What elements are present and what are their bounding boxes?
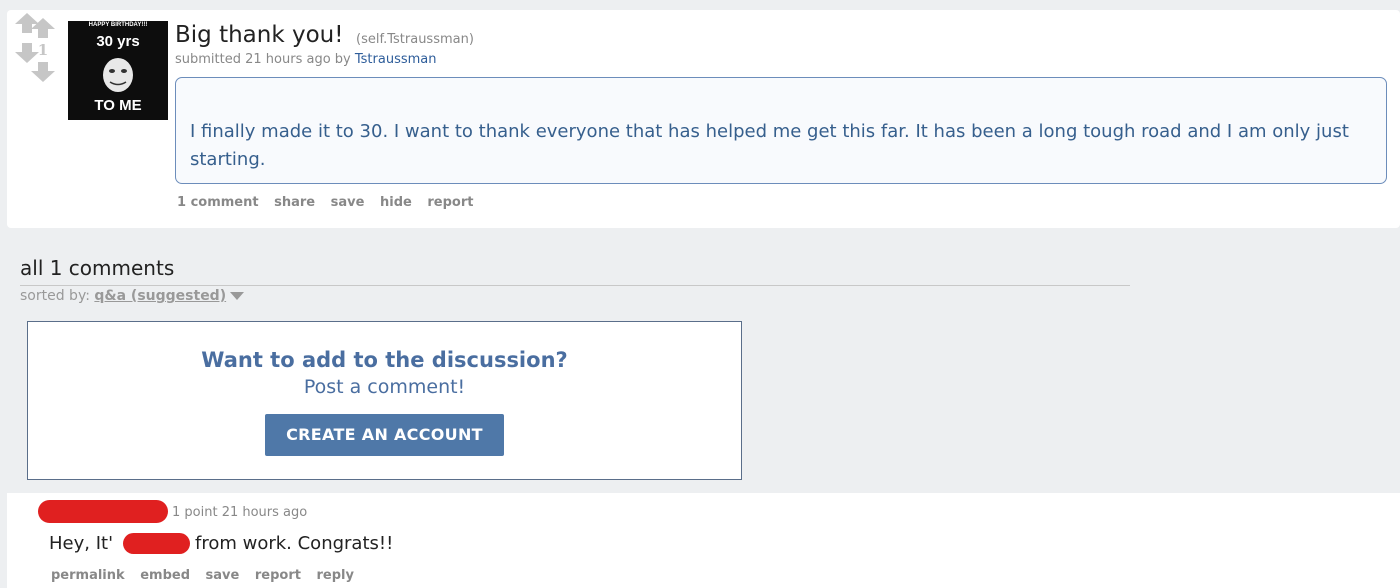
post-selftext: I finally made it to 30. I want to thank… (175, 77, 1387, 184)
forever-alone-face-icon (103, 58, 133, 92)
sort-dropdown[interactable]: q&a (suggested) (94, 288, 226, 304)
thumbnail-caption-age: 30 yrs (96, 33, 140, 50)
sort-label: sorted by: (20, 288, 95, 304)
post-tagline: submitted 21 hours ago by Tstraussman (175, 52, 436, 67)
chevron-down-icon[interactable] (230, 292, 245, 300)
hide-button[interactable]: hide (380, 195, 412, 210)
comments-link[interactable]: 1 comment (177, 195, 259, 210)
thumbnail-caption-top: HAPPY BIRTHDAY!!! (88, 22, 148, 28)
comments-heading: all 1 comments (20, 256, 175, 280)
cta-title: Want to add to the discussion? (201, 348, 568, 372)
comment-body-start: Hey, It' (49, 533, 114, 554)
permalink-button[interactable]: permalink (51, 568, 125, 583)
post-domain[interactable]: (self.Tstraussman) (356, 32, 474, 47)
redacted-name (123, 533, 190, 554)
post-thumbnail[interactable]: HAPPY BIRTHDAY!!! 30 yrs TO ME (68, 21, 168, 120)
report-button[interactable]: report (427, 195, 473, 210)
comment-body-end: from work. Congrats!! (195, 533, 394, 554)
sort-control: sorted by: q&a (suggested) (20, 288, 245, 304)
reply-button[interactable]: reply (317, 568, 354, 583)
redacted-username (38, 500, 168, 523)
upvote-arrow-icon[interactable] (14, 13, 40, 33)
thumbnail-caption-bottom: TO ME (94, 97, 142, 114)
comment-save-button[interactable]: save (206, 568, 240, 583)
comment-meta: 1 point 21 hours ago (172, 505, 308, 520)
comment-body: Hey, It' from work. Congrats!! (49, 533, 393, 554)
create-account-button[interactable]: CREATE AN ACCOUNT (265, 414, 504, 456)
tagline-prefix: submitted 21 hours ago by (175, 52, 355, 67)
cta-subtitle: Post a comment! (303, 376, 466, 398)
comment-buttons: permalink embed save report reply (51, 568, 365, 583)
comments-divider (20, 285, 1130, 286)
save-button[interactable]: save (331, 195, 365, 210)
comment-report-button[interactable]: report (255, 568, 301, 583)
post-title[interactable]: Big thank you! (175, 22, 343, 48)
post-buttons: 1 comment share save hide report (177, 195, 484, 210)
embed-button[interactable]: embed (140, 568, 190, 583)
share-button[interactable]: share (274, 195, 315, 210)
comment-cta-box: Want to add to the discussion? Post a co… (27, 321, 742, 480)
post-author-link[interactable]: Tstraussman (355, 52, 437, 67)
comment-vote (14, 13, 40, 73)
downvote-arrow-icon[interactable] (14, 43, 40, 63)
